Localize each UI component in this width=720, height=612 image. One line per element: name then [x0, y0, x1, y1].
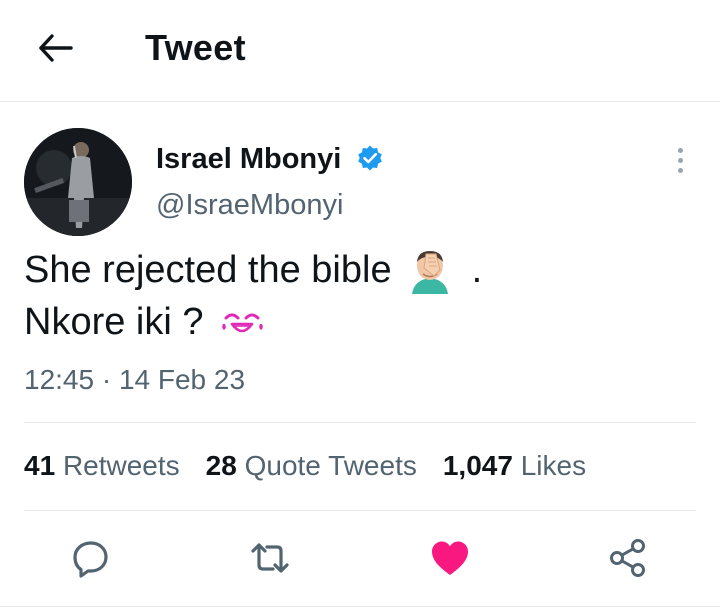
retweets-label: Retweets	[62, 450, 180, 481]
quote-tweets-stat[interactable]: 28 Quote Tweets	[206, 448, 417, 484]
retweets-stat[interactable]: 41 Retweets	[24, 448, 180, 484]
divider	[0, 606, 720, 607]
author-name[interactable]: Israel Mbonyi	[156, 142, 341, 176]
tweet-text-line2: Nkore iki ?	[24, 301, 204, 343]
man-facepalming-emoji-icon	[411, 251, 448, 294]
likes-label: Likes	[520, 450, 587, 481]
heart-icon	[432, 541, 468, 575]
reply-button[interactable]	[69, 536, 113, 580]
retweets-count: 41	[24, 450, 56, 481]
reply-icon	[73, 541, 108, 578]
tweet-text-period: .	[471, 249, 483, 291]
avatar[interactable]	[24, 128, 132, 236]
tweet-text: She rejected the bible . Nkore iki ?	[24, 244, 482, 348]
tweet-timestamp[interactable]: 12:45 · 14 Feb 23	[24, 364, 245, 396]
laughing-emoji-icon	[221, 313, 263, 333]
page-title: Tweet	[145, 27, 246, 68]
back-button[interactable]	[30, 26, 82, 70]
top-bar: Tweet	[0, 0, 720, 102]
engagement-stats: 41 Retweets 28 Quote Tweets 1,047 Likes	[24, 448, 612, 484]
tweet-line-1: She rejected the bible .	[24, 244, 482, 296]
divider	[24, 422, 696, 423]
tweet-line-2: Nkore iki ?	[24, 296, 482, 348]
likes-stat[interactable]: 1,047 Likes	[443, 448, 586, 484]
verified-badge-icon	[358, 145, 382, 171]
like-button[interactable]	[428, 536, 472, 580]
author-handle[interactable]: @IsraeMbonyi	[156, 188, 343, 222]
divider	[24, 510, 696, 511]
more-options-button[interactable]	[662, 140, 698, 180]
retweet-button[interactable]	[248, 536, 292, 580]
dot-icon	[677, 167, 683, 173]
share-icon	[610, 539, 645, 577]
retweet-icon	[251, 543, 289, 573]
dot-icon	[677, 147, 683, 153]
action-bar	[0, 536, 720, 586]
quote-tweets-count: 28	[205, 450, 237, 481]
tweet-text-line1: She rejected the bible	[24, 249, 392, 291]
arrow-left-icon	[39, 34, 73, 62]
share-button[interactable]	[606, 536, 650, 580]
quote-tweets-label: Quote Tweets	[244, 450, 417, 481]
dot-icon	[677, 157, 683, 163]
likes-count: 1,047	[442, 450, 513, 481]
